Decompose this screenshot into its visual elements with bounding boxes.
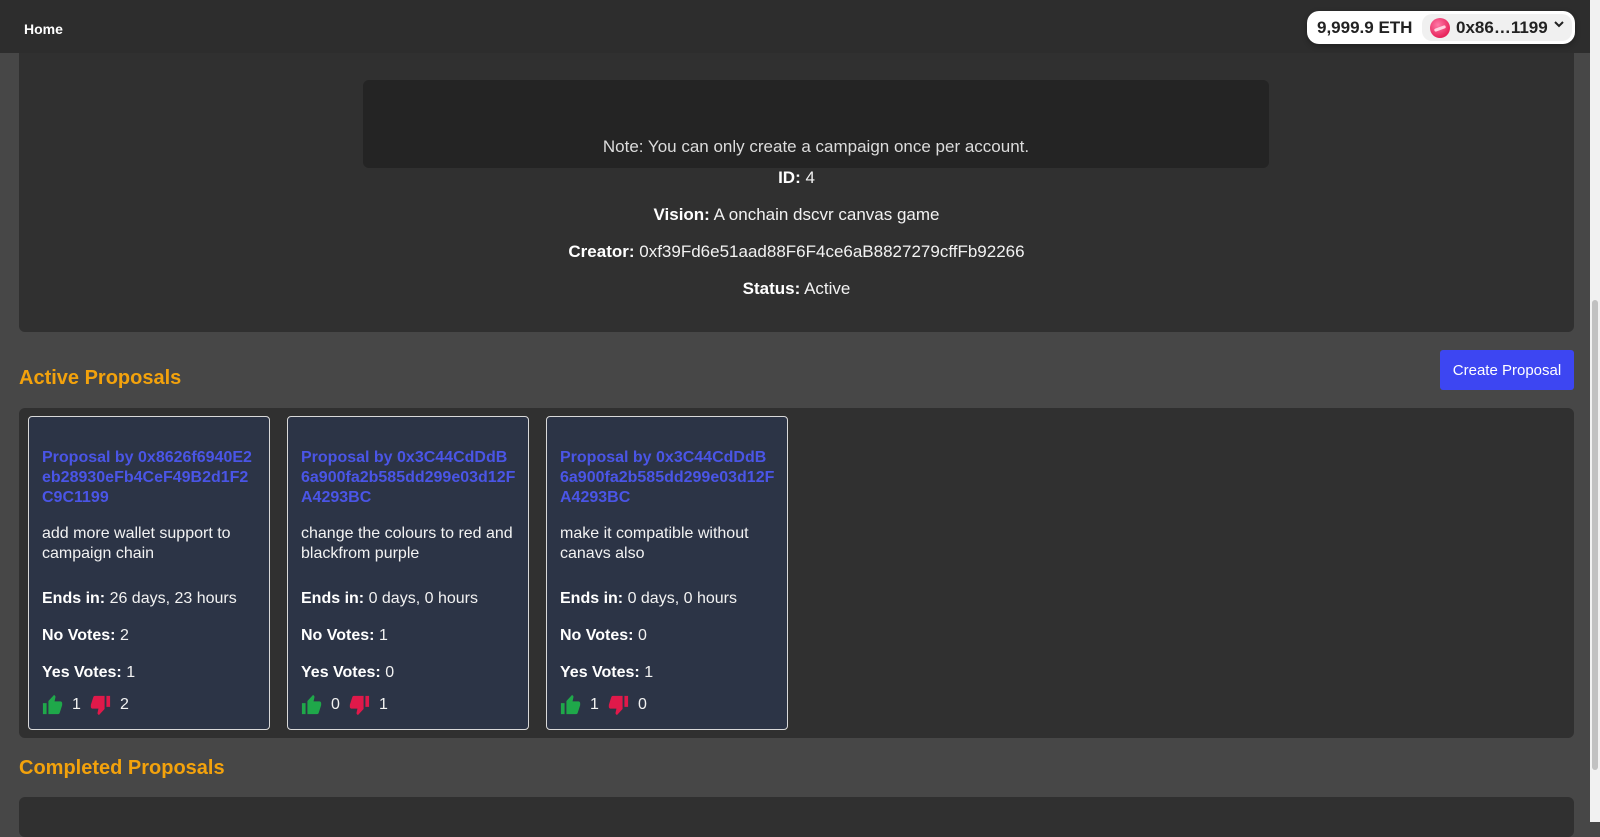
account-selector[interactable]: 0x86…1199: [1422, 14, 1572, 41]
ends-in-label: Ends in:: [301, 590, 365, 607]
campaign-id-value: 4: [805, 168, 815, 187]
up-vote-count: 1: [590, 696, 599, 713]
proposal-yes-votes: Yes Votes: 0: [301, 664, 394, 682]
campaign-id: ID: 4: [19, 168, 1574, 188]
thumbs-down-icon[interactable]: [89, 694, 111, 716]
no-votes-label: No Votes:: [301, 627, 375, 644]
yes-votes-label: Yes Votes:: [42, 664, 122, 681]
vote-controls: 1 2: [42, 694, 257, 716]
proposal-title-link[interactable]: Proposal by 0x3C44CdDdB6a900fa2b585dd299…: [560, 448, 775, 508]
thumbs-up-icon[interactable]: [301, 694, 322, 715]
top-nav-bar: Home 9,999.9 ETH 0x86…1199: [0, 0, 1590, 53]
chevron-down-icon[interactable]: [1553, 18, 1565, 33]
proposal-no-votes: No Votes: 0: [560, 627, 647, 645]
ends-in-value: 0 days, 0 hours: [627, 590, 737, 607]
proposal-description: change the colours to red and blackfrom …: [301, 525, 513, 562]
home-link[interactable]: Home: [24, 21, 63, 37]
proposal-card: Proposal by 0x3C44CdDdB6a900fa2b585dd299…: [287, 416, 529, 730]
campaign-creator-value: 0xf39Fd6e51aad88F6F4ce6aB8827279cffFb922…: [639, 242, 1025, 261]
ends-in-value: 26 days, 23 hours: [109, 590, 237, 607]
yes-votes-value: 0: [385, 664, 395, 681]
proposal-title-link[interactable]: Proposal by 0x8626f6940E2eb28930eFb4CeF4…: [42, 448, 257, 508]
thumbs-up-icon[interactable]: [42, 694, 63, 715]
campaign-creator-label: Creator:: [568, 242, 635, 261]
no-votes-value: 1: [378, 627, 388, 644]
no-votes-label: No Votes:: [42, 627, 116, 644]
campaign-id-label: ID:: [778, 168, 801, 187]
proposal-card: Proposal by 0x3C44CdDdB6a900fa2b585dd299…: [546, 416, 788, 730]
yes-votes-value: 1: [126, 664, 136, 681]
proposal-ends-in: Ends in: 0 days, 0 hours: [301, 590, 478, 608]
active-proposals-list: Proposal by 0x8626f6940E2eb28930eFb4CeF4…: [19, 408, 1574, 738]
proposal-title-link[interactable]: Proposal by 0x3C44CdDdB6a900fa2b585dd299…: [301, 448, 516, 508]
ends-in-label: Ends in:: [42, 590, 106, 607]
create-proposal-button[interactable]: Create Proposal: [1440, 350, 1574, 390]
yes-votes-label: Yes Votes:: [301, 664, 381, 681]
campaign-status-value: Active: [804, 279, 851, 298]
scrollbar-thumb[interactable]: [1592, 300, 1598, 770]
account-avatar-icon: [1430, 18, 1450, 38]
proposal-ends-in: Ends in: 26 days, 23 hours: [42, 590, 237, 608]
down-vote-count: 0: [638, 696, 647, 713]
down-vote-count: 1: [379, 696, 388, 713]
vote-controls: 1 0: [560, 694, 775, 716]
completed-proposals-heading: Completed Proposals: [19, 757, 225, 779]
vote-controls: 0 1: [301, 694, 516, 716]
wallet-balance: 9,999.9 ETH: [1317, 18, 1413, 37]
campaign-status: Status: Active: [19, 279, 1574, 299]
wallet-connect-button[interactable]: 9,999.9 ETH 0x86…1199: [1307, 11, 1575, 44]
campaign-note: Note: You can only create a campaign onc…: [602, 137, 1030, 156]
proposal-yes-votes: Yes Votes: 1: [42, 664, 135, 682]
campaign-note-box: Note: You can only create a campaign onc…: [363, 80, 1269, 168]
proposal-no-votes: No Votes: 1: [301, 627, 388, 645]
yes-votes-value: 1: [644, 664, 654, 681]
campaign-vision-label: Vision:: [653, 205, 710, 224]
ends-in-value: 0 days, 0 hours: [368, 590, 478, 607]
down-vote-count: 2: [120, 696, 129, 713]
thumbs-down-icon[interactable]: [348, 694, 370, 716]
thumbs-up-icon[interactable]: [560, 694, 581, 715]
thumbs-down-icon[interactable]: [607, 694, 629, 716]
proposal-yes-votes: Yes Votes: 1: [560, 664, 653, 682]
proposal-card: Proposal by 0x8626f6940E2eb28930eFb4CeF4…: [28, 416, 270, 730]
campaign-status-label: Status:: [742, 279, 801, 298]
ends-in-label: Ends in:: [560, 590, 624, 607]
up-vote-count: 1: [72, 696, 81, 713]
active-proposals-heading: Active Proposals: [19, 367, 182, 389]
campaign-vision: Vision: A onchain dscvr canvas game: [19, 205, 1574, 225]
no-votes-value: 0: [637, 627, 647, 644]
no-votes-value: 2: [119, 627, 129, 644]
completed-proposals-list: [19, 797, 1574, 837]
proposal-description: add more wallet support to campaign chai…: [42, 525, 231, 562]
proposal-no-votes: No Votes: 2: [42, 627, 129, 645]
campaign-creator: Creator: 0xf39Fd6e51aad88F6F4ce6aB882727…: [19, 242, 1574, 262]
proposal-ends-in: Ends in: 0 days, 0 hours: [560, 590, 737, 608]
campaign-vision-value: A onchain dscvr canvas game: [713, 205, 940, 224]
yes-votes-label: Yes Votes:: [560, 664, 640, 681]
proposal-description: make it compatible without canavs also: [560, 525, 749, 562]
account-address: 0x86…1199: [1456, 18, 1548, 37]
no-votes-label: No Votes:: [560, 627, 634, 644]
up-vote-count: 0: [331, 696, 340, 713]
